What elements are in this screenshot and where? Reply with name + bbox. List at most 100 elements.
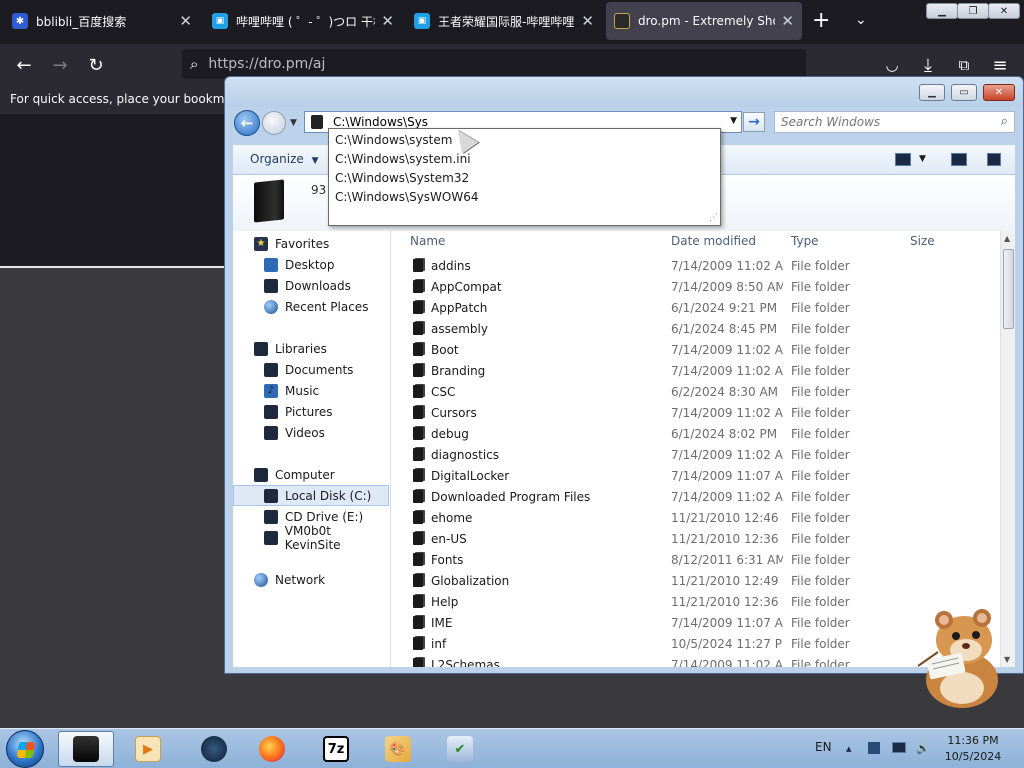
folder-icon xyxy=(413,616,423,629)
browser-minimize-button[interactable]: ▁ xyxy=(926,3,958,19)
search-box[interactable]: ⌕ xyxy=(774,111,1015,133)
organize-button[interactable]: Organize ▼ xyxy=(250,152,319,166)
nav-desktop[interactable]: Desktop xyxy=(233,254,389,275)
address-dropdown-icon[interactable]: ▼ xyxy=(730,116,737,126)
network-tray-icon[interactable] xyxy=(892,742,906,753)
reload-icon[interactable]: ↻ xyxy=(84,53,108,77)
column-size[interactable]: Size xyxy=(910,234,935,248)
nav-network[interactable]: Network xyxy=(233,569,389,590)
file-row[interactable]: ehome 11/21/2010 12:46 ... File folder xyxy=(392,507,1000,528)
file-row[interactable]: Branding 7/14/2009 11:02 AM File folder xyxy=(392,360,1000,381)
pocket-icon[interactable]: ◡ xyxy=(880,53,904,77)
new-tab-button[interactable]: + xyxy=(812,10,830,32)
column-type[interactable]: Type xyxy=(791,234,819,248)
file-row[interactable]: debug 6/1/2024 8:02 PM File folder xyxy=(392,423,1000,444)
close-icon[interactable]: ✕ xyxy=(781,12,794,30)
taskbar-media-player[interactable]: ▶ xyxy=(120,731,176,767)
tab-dro-pm[interactable]: dro.pm - Extremely Short URL ✕ xyxy=(606,2,802,40)
start-button[interactable] xyxy=(6,730,44,768)
taskbar-checkmark-app[interactable]: ✔ xyxy=(432,731,488,767)
list-all-tabs-chevron-icon[interactable]: ⌄ xyxy=(855,12,867,28)
extensions-icon[interactable]: ⧉ xyxy=(952,53,976,77)
file-row[interactable]: addins 7/14/2009 11:02 AM File folder xyxy=(392,255,1000,276)
nav-music[interactable]: ♪ Music xyxy=(233,380,389,401)
column-name[interactable]: Name xyxy=(410,234,445,248)
file-row[interactable]: diagnostics 7/14/2009 11:02 AM File folder xyxy=(392,444,1000,465)
minimize-button[interactable]: ▁ xyxy=(919,84,945,101)
taskbar-explorer[interactable] xyxy=(58,731,114,767)
download-icon[interactable]: ⤓ xyxy=(916,53,940,77)
back-arrow-icon[interactable]: ← xyxy=(12,53,36,77)
back-button[interactable]: ← xyxy=(234,110,260,136)
forward-arrow-icon[interactable]: → xyxy=(48,53,72,77)
file-row[interactable]: inf 10/5/2024 11:27 PM File folder xyxy=(392,633,1000,654)
taskbar-paint[interactable]: 🎨 xyxy=(370,731,426,767)
nav-videos[interactable]: Videos xyxy=(233,422,389,443)
language-indicator[interactable]: EN xyxy=(815,740,832,754)
file-row[interactable]: AppPatch 6/1/2024 9:21 PM File folder xyxy=(392,297,1000,318)
file-row[interactable]: DigitalLocker 7/14/2009 11:07 AM File fold… xyxy=(392,465,1000,486)
autocomplete-item[interactable]: C:\Windows\SysWOW64 xyxy=(335,190,479,204)
file-date: 6/1/2024 8:02 PM xyxy=(671,427,778,441)
close-button[interactable]: ✕ xyxy=(983,84,1015,101)
scroll-up-icon[interactable]: ▲ xyxy=(1004,234,1010,243)
tab-honor-of-kings[interactable]: ▣ 王者荣耀国际服-哔哩哔哩 ✕ xyxy=(406,2,602,40)
menu-hamburger-icon[interactable]: ≡ xyxy=(988,53,1012,77)
file-row[interactable]: assembly 6/1/2024 8:45 PM File folder xyxy=(392,318,1000,339)
action-center-icon[interactable] xyxy=(868,742,880,754)
browser-restore-button[interactable]: ❐ xyxy=(957,3,989,19)
nav-pictures[interactable]: Pictures xyxy=(233,401,389,422)
file-row[interactable]: Globalization 11/21/2010 12:49 ... File fo… xyxy=(392,570,1000,591)
file-row[interactable]: Help 11/21/2010 12:36 ... File folder xyxy=(392,591,1000,612)
go-arrow-button[interactable]: → xyxy=(743,112,765,132)
folder-icon xyxy=(413,364,423,377)
maximize-button[interactable]: ▭ xyxy=(951,84,977,101)
taskbar-firefox[interactable] xyxy=(244,731,300,767)
clock[interactable]: 11:36 PM 10/5/2024 xyxy=(942,733,1004,765)
tab-bilibili[interactable]: ▣ 哔哩哔哩 ( ゜- ゜)つロ 干杯~ ✕ xyxy=(204,2,402,40)
nav-vm-site[interactable]: VM0b0t KevinSite xyxy=(233,524,389,552)
nav-downloads[interactable]: Downloads xyxy=(233,275,389,296)
file-row[interactable]: Downloaded Program Files 7/14/2009 11:02 … xyxy=(392,486,1000,507)
file-row[interactable]: Fonts 8/12/2011 6:31 AM File folder xyxy=(392,549,1000,570)
nav-favorites[interactable]: ★ Favorites xyxy=(233,233,389,254)
file-row[interactable]: IME 7/14/2009 11:07 AM File folder xyxy=(392,612,1000,633)
close-icon[interactable]: ✕ xyxy=(581,12,594,30)
taskbar-vm-app[interactable] xyxy=(186,731,242,767)
file-date: 11/21/2010 12:49 ... xyxy=(671,574,783,588)
close-icon[interactable]: ✕ xyxy=(179,12,192,30)
file-row[interactable]: AppCompat 7/14/2009 8:50 AM File folder xyxy=(392,276,1000,297)
resize-grip-icon[interactable]: ⋰ xyxy=(709,213,718,223)
file-row[interactable]: L2Schemas 7/14/2009 11:02 AM File folder xyxy=(392,654,1000,667)
nav-local-disk[interactable]: Local Disk (C:) xyxy=(233,485,389,506)
address-input[interactable] xyxy=(333,115,723,129)
browser-close-button[interactable]: ✕ xyxy=(988,3,1020,19)
show-hidden-icons-chevron-icon[interactable]: ▴ xyxy=(846,742,852,755)
url-bar[interactable]: ⌕ https://dro.pm/aj xyxy=(182,49,806,79)
autocomplete-item[interactable]: C:\Windows\system xyxy=(335,133,452,147)
volume-icon[interactable]: 🔊 xyxy=(916,742,930,755)
forward-button[interactable] xyxy=(262,111,286,135)
autocomplete-item[interactable]: C:\Windows\System32 xyxy=(335,171,469,185)
recent-pages-chevron-icon[interactable]: ▼ xyxy=(290,118,297,128)
file-row[interactable]: en-US 11/21/2010 12:36 ... File folder xyxy=(392,528,1000,549)
close-icon[interactable]: ✕ xyxy=(381,12,394,30)
scroll-thumb[interactable] xyxy=(1003,249,1014,329)
nav-libraries[interactable]: Libraries xyxy=(233,338,389,359)
autocomplete-item[interactable]: C:\Windows\system.ini xyxy=(335,152,471,166)
file-row[interactable]: Boot 7/14/2009 11:02 AM File folder xyxy=(392,339,1000,360)
tab-baidu[interactable]: ✱ bblibli_百度搜索 ✕ xyxy=(4,2,200,40)
file-row[interactable]: CSC 6/2/2024 8:30 AM File folder xyxy=(392,381,1000,402)
change-view-icon[interactable] xyxy=(895,153,911,166)
nav-documents[interactable]: Documents xyxy=(233,359,389,380)
column-date-modified[interactable]: Date modified xyxy=(671,234,756,248)
taskbar-7zip[interactable]: 7z xyxy=(308,731,364,767)
view-options-chevron-icon[interactable]: ▼ xyxy=(919,154,926,164)
help-icon[interactable] xyxy=(987,153,1001,166)
preview-pane-icon[interactable] xyxy=(951,153,967,166)
search-input[interactable] xyxy=(781,115,991,129)
explorer-title-bar[interactable]: ▁ ▭ ✕ xyxy=(225,77,1023,107)
file-row[interactable]: Cursors 7/14/2009 11:02 AM File folder xyxy=(392,402,1000,423)
nav-recent-places[interactable]: Recent Places xyxy=(233,296,389,317)
nav-computer[interactable]: Computer xyxy=(233,464,389,485)
